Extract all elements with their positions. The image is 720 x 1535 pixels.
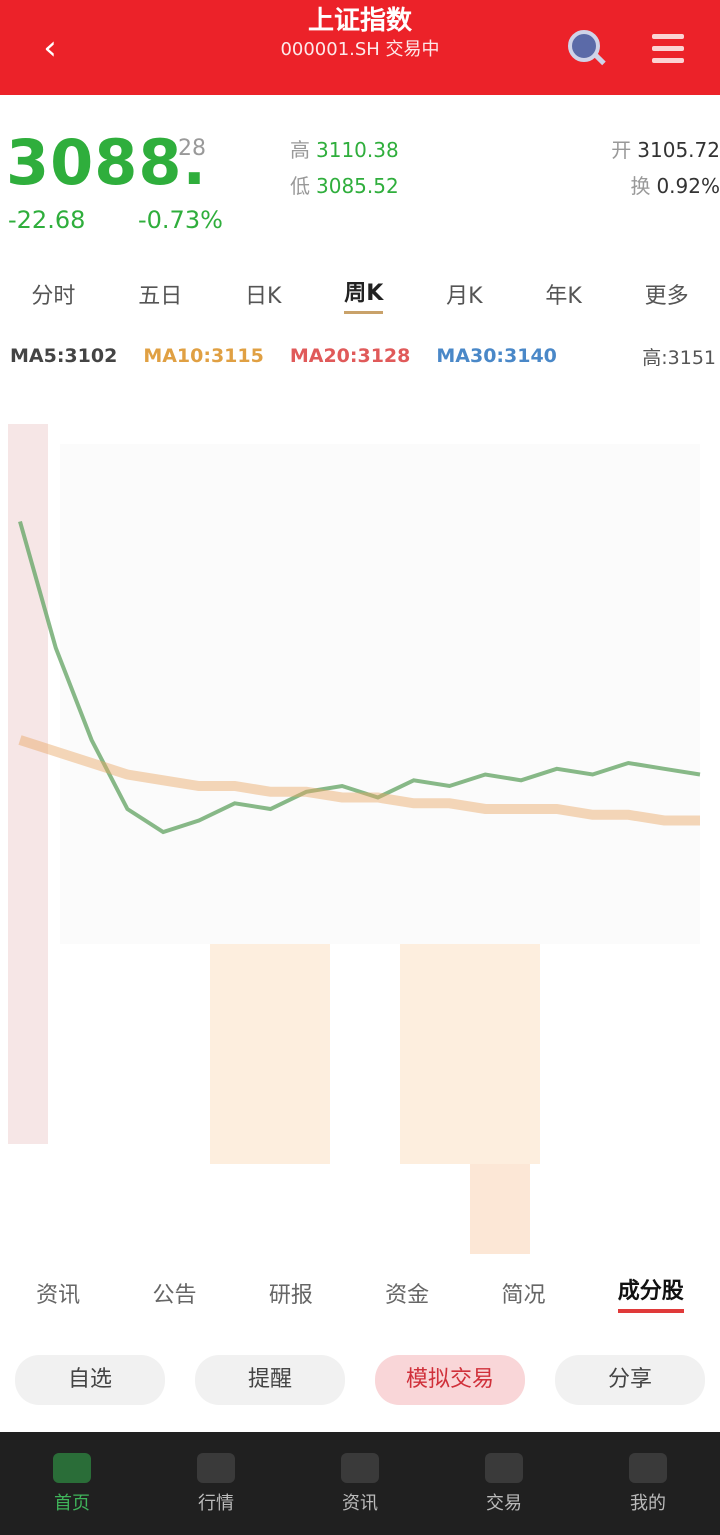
price-change-pct: -0.73%	[138, 206, 223, 234]
quote-panel: 3088. 28 -22.68 -0.73% 高 3110.38 开 3105.72…	[0, 110, 720, 250]
search-icon[interactable]	[556, 20, 612, 76]
back-arrow-icon[interactable]: ‹	[28, 26, 72, 70]
nav-item-me[interactable]: 我的	[588, 1452, 708, 1515]
trade-icon	[485, 1452, 523, 1483]
profile-icon	[629, 1452, 667, 1483]
price-chart[interactable]	[0, 384, 720, 1264]
info-tabs: 资讯 公告 研报 资金 简况 成分股	[0, 1262, 720, 1324]
share-button[interactable]: 分享	[555, 1355, 705, 1405]
chart-svg	[8, 424, 701, 1254]
stat-value: 3105.72	[637, 138, 720, 162]
tab-info[interactable]: 资金	[385, 1277, 429, 1309]
chart-left-band	[8, 424, 48, 1144]
nav-item-market[interactable]: 行情	[156, 1452, 276, 1515]
nav-label: 交易	[486, 1492, 522, 1514]
tab-period[interactable]: 月K	[446, 278, 482, 310]
ma20-label: MA20:3128	[289, 345, 411, 367]
action-bar: 自选 提醒 模拟交易 分享	[0, 1350, 720, 1410]
tab-info[interactable]: 简况	[501, 1277, 545, 1309]
page-title: 上证指数	[307, 6, 412, 36]
page-subtitle: 000001.SH 交易中	[280, 39, 440, 60]
alert-button[interactable]: 提醒	[195, 1355, 345, 1405]
news-icon	[341, 1452, 379, 1483]
tab-info[interactable]: 资讯	[36, 1277, 80, 1309]
tab-period[interactable]: 更多	[645, 278, 689, 310]
quote-stats: 高 3110.38 开 3105.72 低 3085.52 换 0.92%	[290, 132, 720, 204]
favorite-button[interactable]: 自选	[15, 1355, 165, 1405]
bottom-nav: 首页 行情 资讯 交易 我的	[0, 1432, 720, 1535]
nav-label: 行情	[198, 1492, 234, 1514]
trade-button[interactable]: 模拟交易	[375, 1355, 525, 1405]
home-icon	[53, 1452, 91, 1483]
tab-period[interactable]: 年K	[545, 278, 581, 310]
stat-label: 换	[630, 174, 651, 198]
stat-value: 3085.52	[316, 174, 399, 198]
chart-volume-block	[210, 944, 330, 1164]
market-icon	[197, 1452, 235, 1483]
current-price: 3088.	[6, 126, 208, 199]
nav-item-trade[interactable]: 交易	[444, 1452, 564, 1515]
app-header: ‹ 上证指数 000001.SH 交易中	[0, 0, 720, 95]
moving-average-legend: MA5:3102 MA10:3115 MA20:3128 MA30:3140 高…	[0, 334, 720, 378]
ma5-label: MA5:3102	[10, 345, 118, 367]
header-title-block: 上证指数 000001.SH 交易中	[200, 6, 520, 64]
ma30-label: MA30:3140	[436, 345, 557, 367]
ma10-label: MA10:3115	[143, 345, 264, 367]
nav-label: 资讯	[342, 1492, 378, 1514]
chart-plot-bg	[60, 444, 700, 944]
period-tabs: 分时 五日 日K 周K 月K 年K 更多	[0, 262, 720, 326]
tab-info[interactable]: 公告	[152, 1277, 196, 1309]
tab-period[interactable]: 五日	[138, 278, 182, 310]
tab-period[interactable]: 分时	[31, 278, 75, 310]
tab-period-active[interactable]: 周K	[344, 275, 384, 314]
stat-label: 低	[290, 174, 310, 198]
stat-label: 开	[611, 138, 632, 162]
nav-label: 我的	[630, 1492, 666, 1514]
price-change: -22.68	[8, 206, 86, 234]
nav-label: 首页	[54, 1492, 90, 1514]
stat-value: 0.92%	[656, 174, 720, 198]
stat-label: 高	[290, 138, 310, 162]
chart-volume-block	[400, 944, 540, 1164]
tab-info-active[interactable]: 成分股	[617, 1273, 684, 1313]
tab-period[interactable]: 日K	[245, 278, 281, 310]
nav-item-home[interactable]: 首页	[12, 1452, 132, 1515]
price-decimals: 28	[178, 136, 206, 161]
tab-info[interactable]: 研报	[269, 1277, 313, 1309]
nav-item-news[interactable]: 资讯	[300, 1452, 420, 1515]
high-label: 高:3151	[642, 346, 716, 369]
stat-value: 3110.38	[316, 138, 399, 162]
menu-icon[interactable]	[640, 20, 696, 76]
